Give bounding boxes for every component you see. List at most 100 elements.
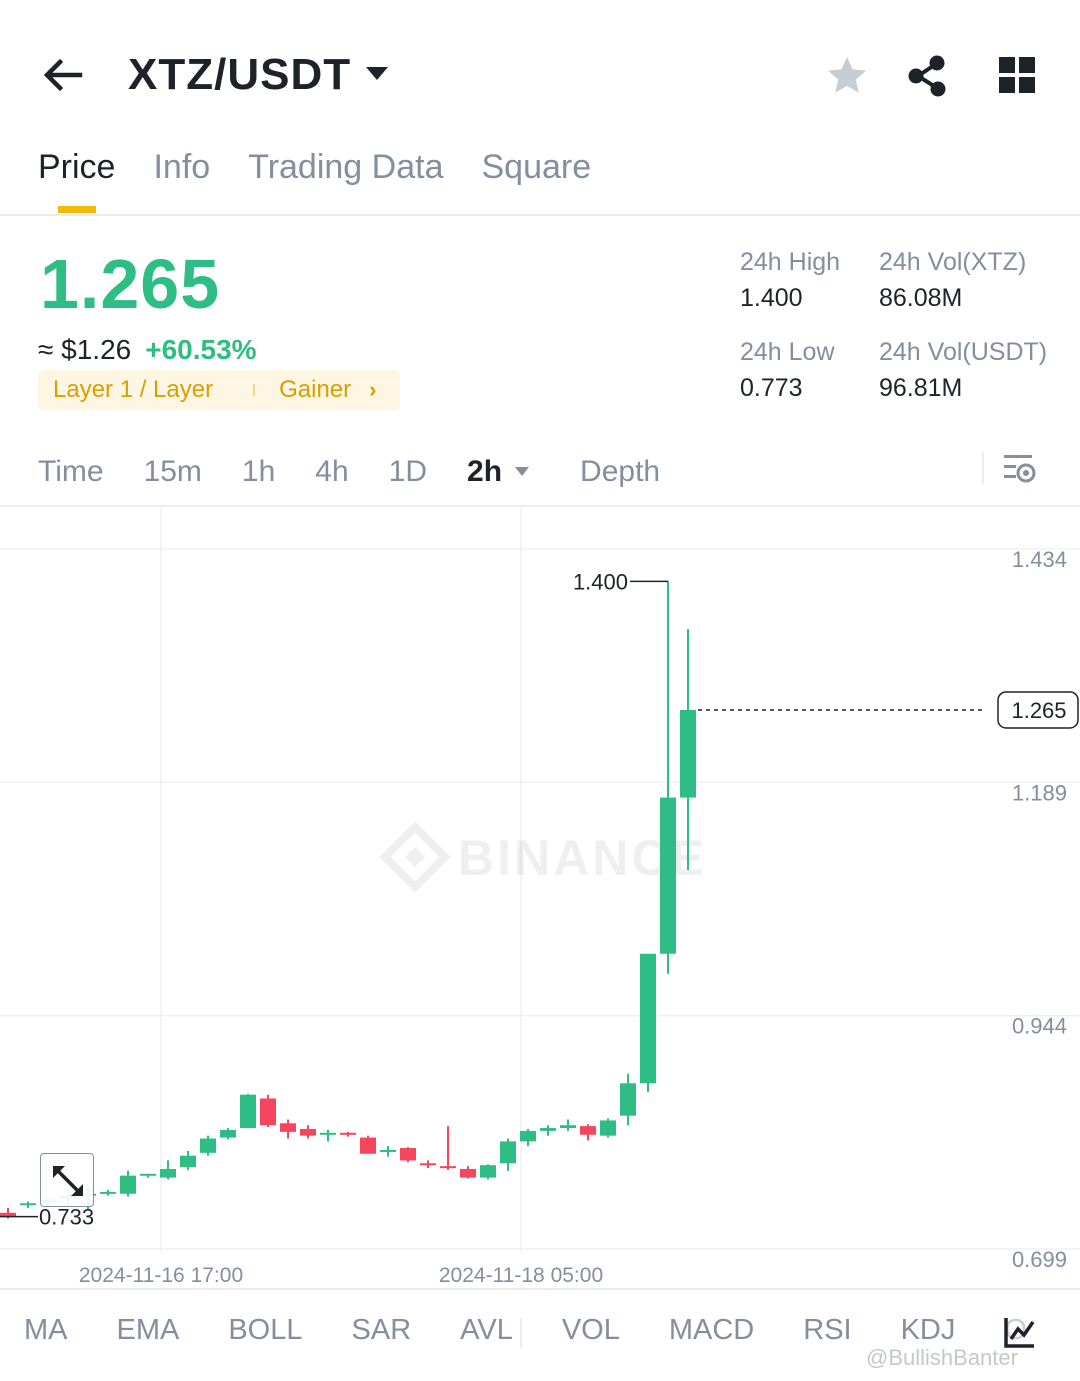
divider xyxy=(982,452,984,484)
candle-body xyxy=(220,1129,236,1138)
candle-body xyxy=(200,1138,216,1153)
candle-body xyxy=(20,1203,36,1206)
candle-body xyxy=(380,1149,396,1152)
tab-label: Trading Data xyxy=(248,148,444,186)
candle-body xyxy=(180,1155,196,1168)
watermark-handle: @BullishBanter xyxy=(866,1345,1018,1370)
candle-body xyxy=(260,1098,276,1126)
candle-body xyxy=(360,1137,376,1154)
top-bar: XTZ/USDT xyxy=(0,0,1080,150)
indicator-ma[interactable]: MA xyxy=(24,1314,68,1347)
candle-body xyxy=(680,709,696,798)
tab-label: Info xyxy=(153,148,211,186)
tab-label: Square xyxy=(481,148,592,186)
candle-body xyxy=(660,797,676,954)
tab-square[interactable]: Square xyxy=(481,148,591,214)
interval-2h[interactable]: 2h xyxy=(467,455,502,489)
gainer-tag[interactable]: Gainer xyxy=(279,376,351,404)
back-arrow-icon[interactable] xyxy=(40,52,86,98)
candle-body xyxy=(420,1163,436,1166)
share-icon[interactable] xyxy=(906,54,950,98)
candle-body xyxy=(240,1094,256,1129)
current-price-label: 1.265 xyxy=(1011,698,1066,723)
tab-price[interactable]: Price xyxy=(38,148,115,214)
tab-info[interactable]: Info xyxy=(153,148,210,214)
vol-base-value: 86.08M xyxy=(879,284,963,312)
indicator-sar[interactable]: SAR xyxy=(352,1314,412,1347)
candle-body xyxy=(480,1165,496,1178)
y-tick-label: 1.189 xyxy=(1012,780,1067,805)
caret-down-icon[interactable] xyxy=(514,466,530,478)
tab-label: Price xyxy=(38,148,116,186)
tag-row: Layer 1 / Layer Gainer › xyxy=(38,370,400,410)
interval-bar: Time 15m 1h 4h 1D 2h Depth xyxy=(38,448,700,496)
vol-quote-label: 24h Vol(USDT) xyxy=(879,338,1048,366)
candle-body xyxy=(580,1126,596,1135)
low-label: 24h Low xyxy=(740,338,835,366)
interval-15m[interactable]: 15m xyxy=(144,455,202,489)
candle-body xyxy=(340,1132,356,1135)
divider xyxy=(520,1318,522,1348)
expand-chart-button[interactable] xyxy=(40,1153,94,1207)
divider xyxy=(0,214,1080,216)
binance-watermark: BINANCE xyxy=(379,821,704,893)
candles xyxy=(0,581,696,1219)
sector-tag[interactable]: Layer 1 / Layer xyxy=(53,376,213,404)
indicator-vol[interactable]: VOL xyxy=(562,1314,620,1347)
candlestick-chart[interactable]: 1.434 1.189 0.944 0.699 2024-11-16 17:00 2024… xyxy=(0,507,1080,1287)
candle-body xyxy=(560,1125,576,1129)
high-value: 1.400 xyxy=(740,284,803,312)
chart-settings-icon[interactable] xyxy=(1002,452,1038,486)
candle-body xyxy=(640,953,656,1084)
favorite-star-icon[interactable] xyxy=(826,54,868,96)
candle-body xyxy=(440,1166,456,1169)
candle-body xyxy=(460,1169,476,1178)
max-price-label: 1.400 xyxy=(573,569,628,594)
candle-body xyxy=(500,1141,516,1164)
candle-body xyxy=(540,1128,556,1131)
interval-time[interactable]: Time xyxy=(38,455,104,489)
y-tick-label: 0.699 xyxy=(1012,1247,1067,1272)
y-tick-label: 0.944 xyxy=(1012,1014,1067,1039)
candle-body xyxy=(300,1129,316,1136)
candle-body xyxy=(520,1130,536,1142)
y-tick-label: 1.434 xyxy=(1012,547,1067,572)
x-tick-label: 2024-11-16 17:00 xyxy=(79,1264,243,1287)
high-label: 24h High xyxy=(740,248,841,276)
interval-1d[interactable]: 1D xyxy=(389,455,427,489)
x-tick-label: 2024-11-18 05:00 xyxy=(439,1264,603,1287)
change-percent: +60.53% xyxy=(145,334,257,365)
indicator-rsi[interactable]: RSI xyxy=(803,1314,851,1347)
indicator-kdj[interactable]: KDJ xyxy=(901,1314,956,1347)
tag-separator xyxy=(253,384,256,396)
last-price: 1.265 xyxy=(40,245,221,323)
caret-down-icon[interactable] xyxy=(364,60,390,86)
indicator-avl[interactable]: AVL xyxy=(460,1314,513,1347)
candle-body xyxy=(400,1148,416,1161)
pair-title[interactable]: XTZ/USDT xyxy=(128,50,351,100)
indicator-boll[interactable]: BOLL xyxy=(228,1314,302,1347)
divider xyxy=(0,1288,1080,1290)
chevron-right-icon[interactable]: › xyxy=(369,377,376,403)
interval-1h[interactable]: 1h xyxy=(242,455,275,489)
indicator-macd[interactable]: MACD xyxy=(669,1314,754,1347)
candle-body xyxy=(600,1120,616,1136)
candle-body xyxy=(280,1123,296,1132)
candle-body xyxy=(320,1132,336,1135)
indicator-bar: MA EMA BOLL SAR AVL VOL MACD RSI KDJ O xyxy=(24,1314,1027,1347)
interval-depth[interactable]: Depth xyxy=(580,455,660,489)
min-price-label: 0.733 xyxy=(39,1205,94,1230)
indicator-ema[interactable]: EMA xyxy=(117,1314,180,1347)
candle-body xyxy=(140,1173,156,1176)
expand-icon xyxy=(53,1166,83,1196)
active-tab-indicator xyxy=(58,206,96,213)
grid-menu-icon[interactable] xyxy=(998,56,1036,94)
candle-body xyxy=(120,1175,136,1194)
candle-body xyxy=(160,1169,176,1178)
vol-base-label: 24h Vol(XTZ) xyxy=(879,248,1027,276)
candle-body xyxy=(100,1191,116,1194)
interval-4h[interactable]: 4h xyxy=(315,455,348,489)
fiat-price: ≈ $1.26 xyxy=(38,334,132,365)
low-value: 0.773 xyxy=(740,374,803,402)
tab-trading-data[interactable]: Trading Data xyxy=(248,148,443,214)
